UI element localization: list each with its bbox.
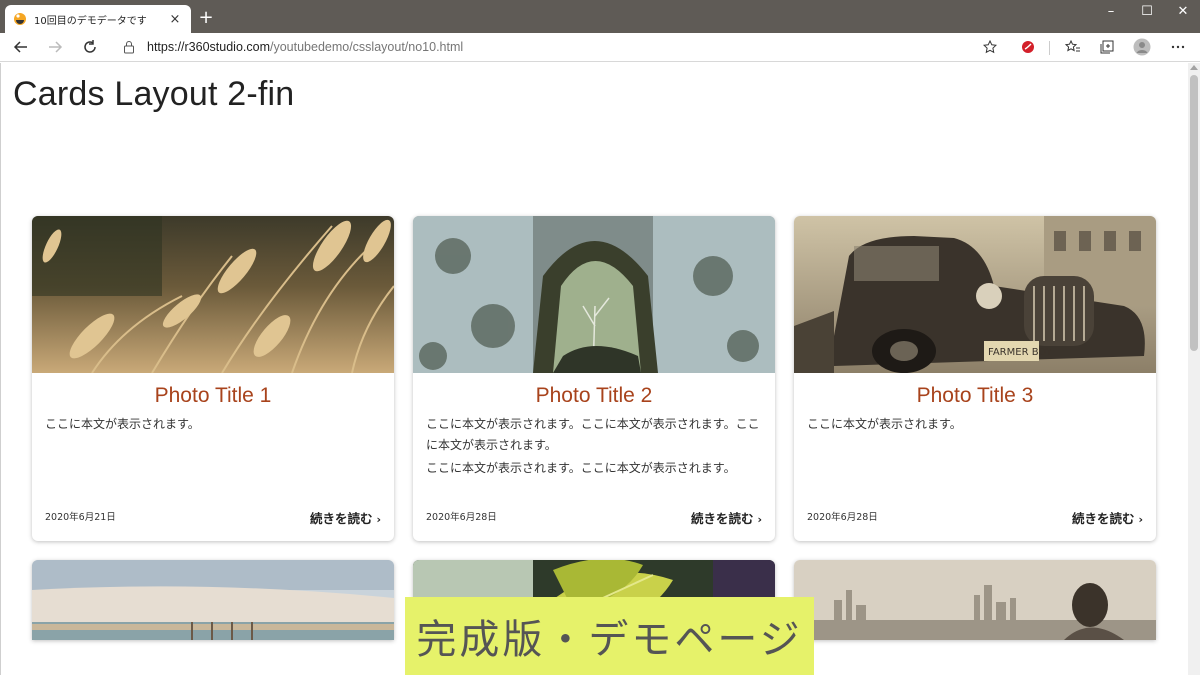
city-skyline-photo[interactable] [794, 560, 1156, 640]
browser-tab[interactable]: 10回目のデモデータです × [5, 5, 191, 33]
wheat-grass-photo [32, 216, 394, 373]
extension-icon[interactable] [1018, 37, 1038, 57]
tab-title: 10回目のデモデータです [34, 15, 147, 27]
demo-banner-text: 完成版・デモページ [416, 617, 803, 663]
close-window-button[interactable]: ✕ [1173, 4, 1193, 19]
vintage-truck-photo: FARMER BOY [794, 216, 1156, 373]
card-date: 2020年6月21日 [45, 512, 116, 523]
card-title: Photo Title 1 [154, 384, 272, 407]
forward-icon[interactable] [45, 37, 65, 57]
card-body-paragraph: ここに本文が表示されます。ここに本文が表示されます。ここに本文が表示されます。 [426, 417, 760, 452]
card-3[interactable]: FARMER BOY Photo Title 3 ここに本文が表示されます。 2… [794, 216, 1156, 541]
card-body: ここに本文が表示されます。 [45, 414, 383, 437]
url-text: https://r360studio.com/youtubedemo/cssla… [147, 40, 464, 54]
card-title: Photo Title 2 [535, 384, 653, 407]
toolbar-separator [1049, 41, 1050, 55]
maximize-button[interactable]: ☐ [1137, 4, 1157, 19]
chevron-right-icon: › [757, 513, 762, 526]
new-tab-button[interactable]: + [197, 7, 215, 28]
page-title: Cards Layout 2-fin [13, 75, 295, 113]
card-body-paragraph: ここに本文が表示されます。ここに本文が表示されます。 [426, 461, 736, 475]
tab-close-icon[interactable]: × [167, 12, 183, 27]
star-icon[interactable] [980, 37, 1000, 57]
chevron-right-icon: › [1138, 513, 1143, 526]
card-body-paragraph: ここに本文が表示されます。 [807, 417, 962, 431]
read-more-link[interactable]: 続きを読む › [691, 508, 762, 527]
scrollbar-thumb[interactable] [1190, 75, 1198, 351]
card-date: 2020年6月28日 [426, 512, 497, 523]
card-2[interactable]: Photo Title 2 ここに本文が表示されます。ここに本文が表示されます。… [413, 216, 775, 541]
card-1[interactable]: Photo Title 1 ここに本文が表示されます。 2020年6月21日 続… [32, 216, 394, 541]
address-bar[interactable]: https://r360studio.com/youtubedemo/cssla… [112, 35, 1006, 59]
browser-toolbar: https://r360studio.com/youtubedemo/cssla… [0, 33, 1200, 62]
card-body-paragraph: ここに本文が表示されます。 [45, 417, 200, 431]
favorites-icon[interactable] [1063, 37, 1083, 57]
demo-banner: 完成版・デモページ [405, 597, 814, 675]
page-viewport: Cards Layout 2-fin Photo Title 1 ここに本文が表… [0, 63, 1188, 675]
refresh-icon[interactable] [80, 37, 100, 57]
card-body: ここに本文が表示されます。ここに本文が表示されます。ここに本文が表示されます。 … [426, 414, 764, 481]
read-more-link[interactable]: 続きを読む › [310, 508, 381, 527]
browser-tabstrip: 10回目のデモデータです × + – ☐ ✕ [0, 0, 1200, 33]
beach-pier-photo[interactable] [32, 560, 394, 640]
profile-icon[interactable] [1132, 37, 1152, 57]
scroll-up-icon[interactable] [1190, 65, 1198, 70]
lock-icon [124, 41, 134, 54]
rock-arch-photo [413, 216, 775, 373]
card-title: Photo Title 3 [916, 384, 1034, 407]
collections-icon[interactable] [1097, 37, 1117, 57]
page-scrollbar[interactable] [1188, 63, 1200, 675]
card-body: ここに本文が表示されます。 [807, 414, 1145, 437]
chevron-right-icon: › [376, 513, 381, 526]
read-more-link[interactable]: 続きを読む › [1072, 508, 1143, 527]
back-icon[interactable] [11, 37, 31, 57]
svg-text:FARMER BOY: FARMER BOY [988, 347, 1053, 358]
site-favicon-icon [14, 13, 26, 25]
more-icon[interactable] [1168, 37, 1188, 57]
minimize-button[interactable]: – [1101, 4, 1121, 19]
card-date: 2020年6月28日 [807, 512, 878, 523]
